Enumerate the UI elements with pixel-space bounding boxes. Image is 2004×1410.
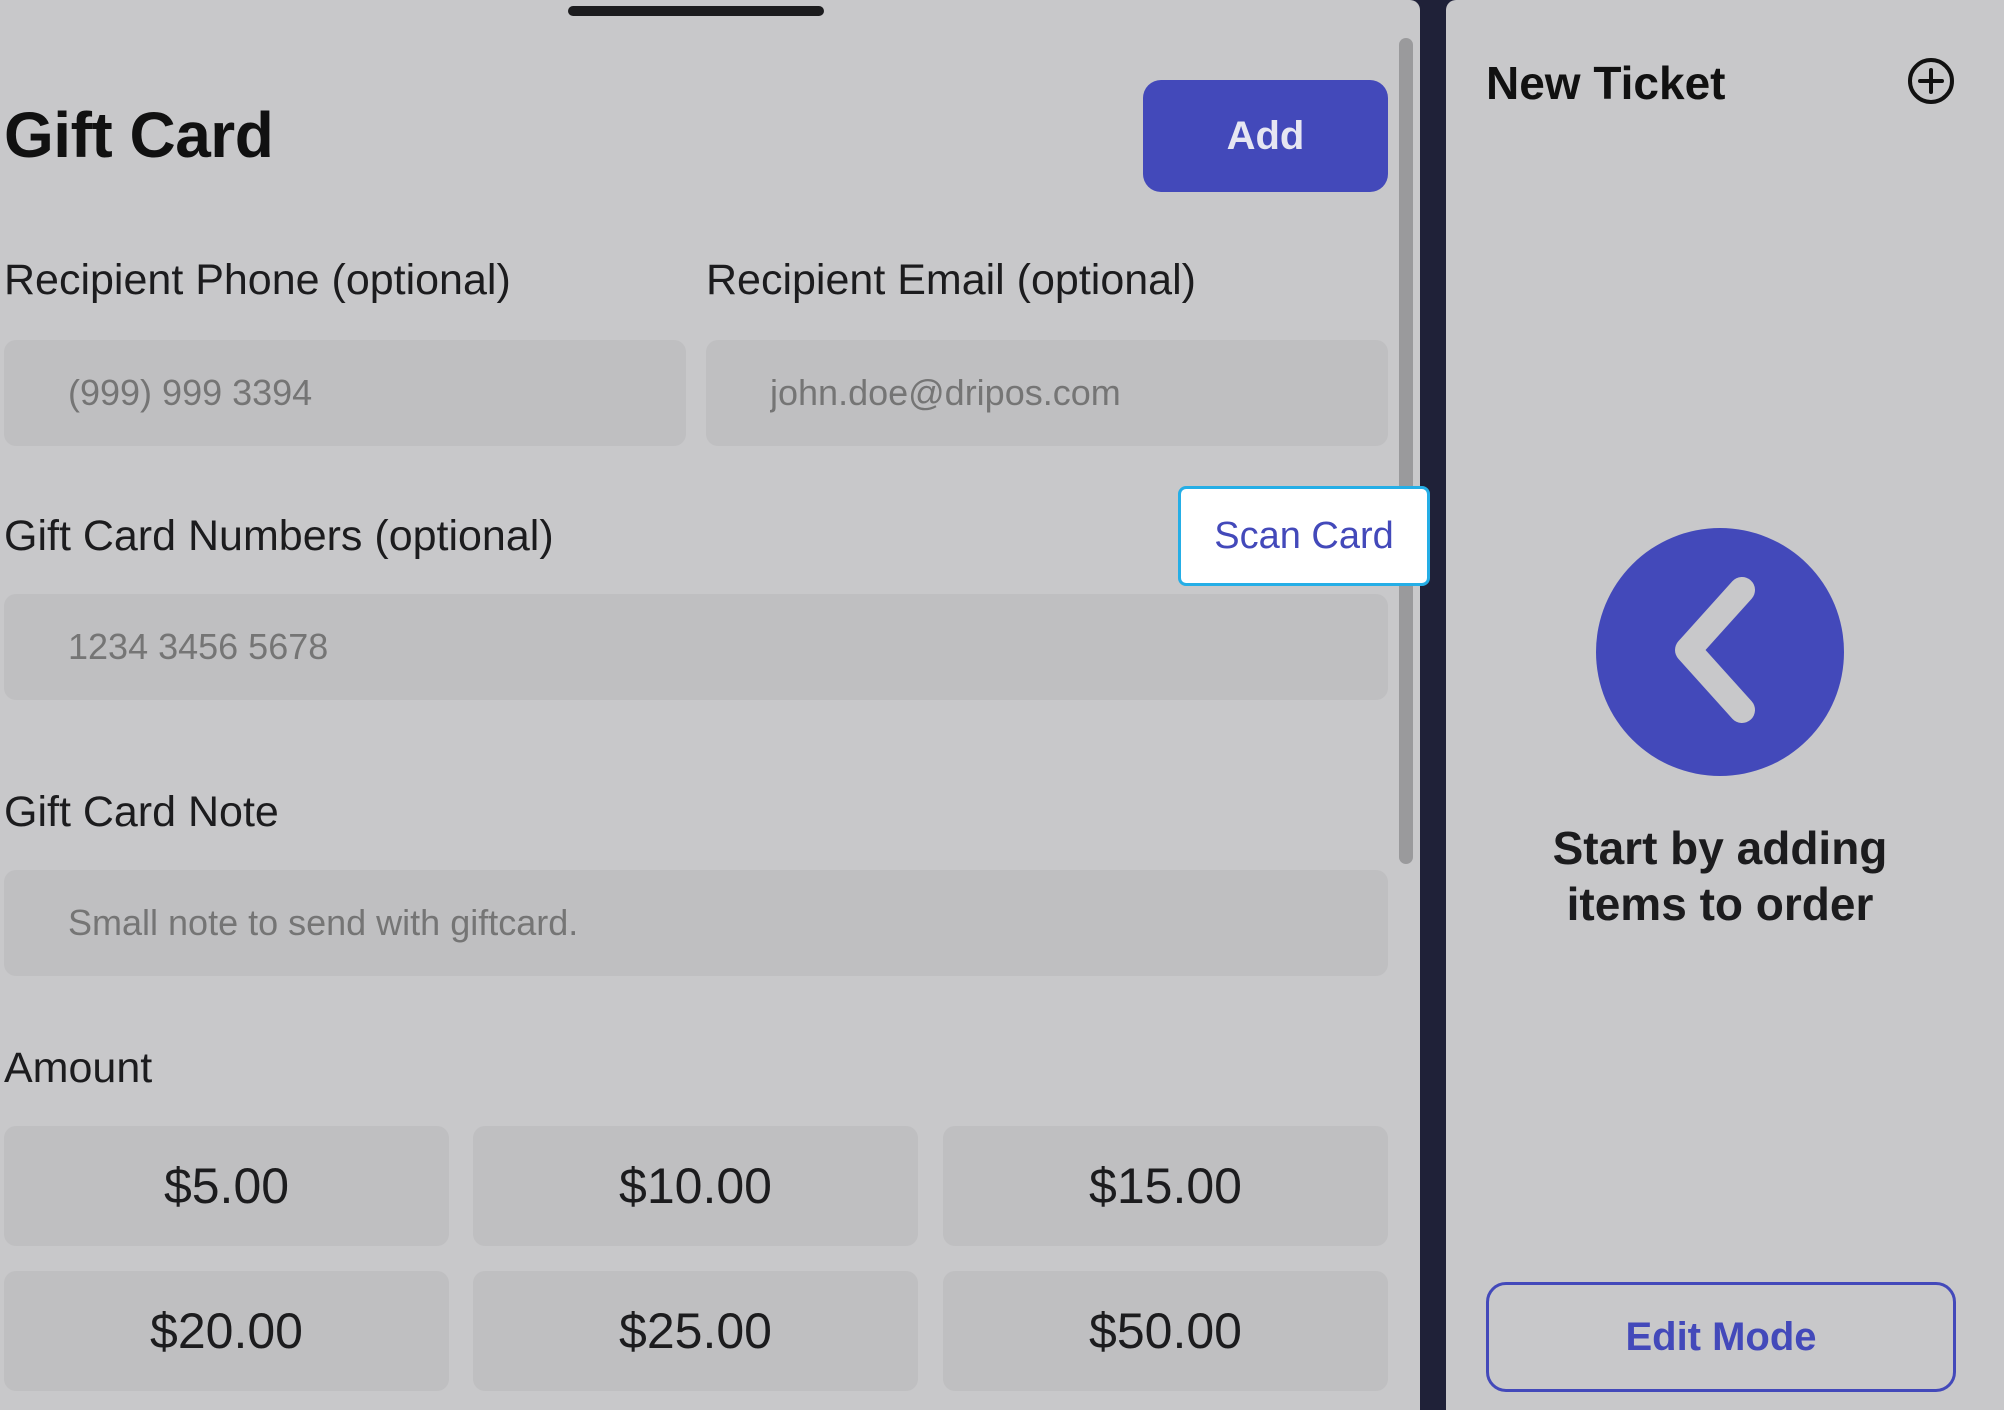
new-ticket-panel: New Ticket Start by adding items to orde… [1446, 0, 2004, 1410]
add-button[interactable]: Add [1143, 80, 1388, 192]
back-button[interactable] [1596, 528, 1844, 776]
gift-card-panel: Gift Card Add Recipient Phone (optional)… [0, 0, 1420, 1410]
gift-card-numbers-input[interactable] [4, 594, 1388, 700]
amount-option-5[interactable]: $5.00 [4, 1126, 449, 1246]
chevron-left-icon [1660, 570, 1780, 735]
empty-message-line-2: items to order [1566, 878, 1874, 930]
gift-card-note-label: Gift Card Note [4, 788, 279, 836]
scrollbar[interactable] [1399, 38, 1413, 864]
edit-mode-button[interactable]: Edit Mode [1486, 1282, 1956, 1392]
gift-card-numbers-label: Gift Card Numbers (optional) [4, 512, 554, 560]
empty-message-line-1: Start by adding [1552, 822, 1888, 874]
amount-option-10[interactable]: $10.00 [473, 1126, 918, 1246]
gift-card-note-input[interactable] [4, 870, 1388, 976]
amount-option-50[interactable]: $50.00 [943, 1271, 1388, 1391]
page-title: Gift Card [4, 99, 274, 171]
amount-option-15[interactable]: $15.00 [943, 1126, 1388, 1246]
empty-ticket-message: Start by adding items to order [1486, 820, 1954, 932]
amount-option-20[interactable]: $20.00 [4, 1271, 449, 1391]
recipient-phone-input[interactable] [4, 340, 686, 446]
recipient-email-input[interactable] [706, 340, 1388, 446]
plus-circle-icon[interactable] [1906, 56, 1956, 106]
amount-option-25[interactable]: $25.00 [473, 1271, 918, 1391]
amount-label: Amount [4, 1044, 153, 1092]
recipient-phone-label: Recipient Phone (optional) [4, 256, 511, 304]
recipient-email-label: Recipient Email (optional) [706, 256, 1196, 304]
scan-card-button[interactable]: Scan Card [1178, 486, 1430, 586]
drag-handle[interactable] [568, 6, 824, 16]
ticket-title: New Ticket [1486, 57, 1726, 109]
